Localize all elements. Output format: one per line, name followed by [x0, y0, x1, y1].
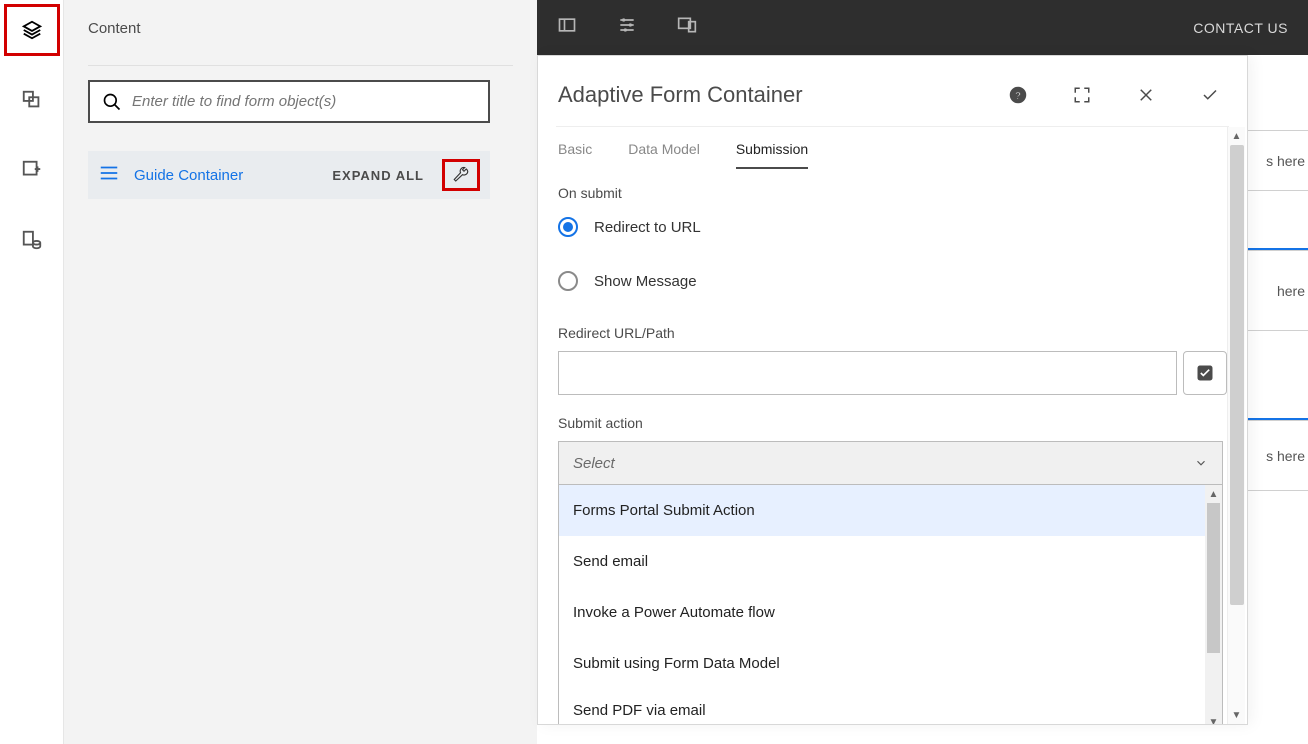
divider [88, 65, 513, 66]
search-input-wrap[interactable] [88, 80, 490, 123]
toolbar-side-panel-toggle[interactable] [557, 15, 577, 40]
dropdown-option[interactable]: Submit using Form Data Model [559, 638, 1222, 689]
redirect-url-label: Redirect URL/Path [558, 325, 1227, 341]
rail-content-tree[interactable] [4, 4, 60, 56]
submit-action-label: Submit action [558, 415, 1227, 431]
search-icon [102, 92, 122, 112]
help-icon: ? [1009, 86, 1027, 104]
chevron-down-icon [1194, 456, 1208, 470]
drop-hint [1248, 490, 1308, 550]
checkbox-checked-icon [1195, 363, 1215, 383]
search-input[interactable] [132, 93, 476, 110]
fullscreen-icon [1073, 86, 1091, 104]
tab-submission[interactable]: Submission [736, 141, 808, 169]
dialog-scrollbar[interactable]: ▲ ▼ [1227, 127, 1245, 724]
tree-item-label: Guide Container [134, 167, 318, 184]
assets-icon [21, 89, 43, 111]
scroll-up-icon: ▲ [1228, 127, 1245, 145]
canvas-drop-hints: s here here s here [1248, 130, 1308, 550]
dropdown-option[interactable]: Forms Portal Submit Action [559, 485, 1222, 536]
toolbar-page-settings[interactable] [617, 15, 637, 40]
dropdown-option[interactable]: Invoke a Power Automate flow [559, 587, 1222, 638]
radio-redirect-url[interactable]: Redirect to URL [558, 217, 1227, 237]
configure-button[interactable] [442, 159, 480, 191]
drop-hint [1248, 190, 1308, 250]
side-panel-title: Content [88, 20, 513, 37]
rail-assets[interactable] [4, 74, 60, 126]
drop-hint: s here [1248, 420, 1308, 490]
redirect-url-input[interactable] [558, 351, 1177, 395]
help-button[interactable]: ? [1001, 78, 1035, 112]
container-icon [98, 162, 120, 189]
tab-data-model[interactable]: Data Model [628, 141, 700, 169]
rail-components[interactable] [4, 144, 60, 196]
drop-hint: here [1248, 250, 1308, 330]
wrench-icon [452, 166, 470, 184]
radio-label: Redirect to URL [594, 219, 701, 236]
close-icon [1137, 86, 1155, 104]
select-placeholder: Select [573, 455, 1194, 472]
drop-hint [1248, 330, 1308, 420]
scroll-thumb[interactable] [1207, 503, 1220, 653]
scroll-down-icon: ▼ [1228, 706, 1245, 724]
dropdown-option[interactable]: Send PDF via email [559, 689, 1222, 724]
submit-action-dropdown: Forms Portal Submit Action Send email In… [558, 485, 1223, 724]
panel-icon [557, 15, 577, 35]
dialog-title: Adaptive Form Container [558, 82, 1001, 108]
submit-action-select[interactable]: Select [558, 441, 1223, 485]
dropdown-option[interactable]: Send email [559, 536, 1222, 587]
done-button[interactable] [1193, 78, 1227, 112]
svg-text:?: ? [1015, 90, 1021, 102]
radio-label: Show Message [594, 273, 697, 290]
path-picker-button[interactable] [1183, 351, 1227, 395]
tab-basic[interactable]: Basic [558, 141, 592, 169]
cancel-button[interactable] [1129, 78, 1163, 112]
layers-icon [21, 19, 43, 41]
radio-indicator [558, 271, 578, 291]
fullscreen-button[interactable] [1065, 78, 1099, 112]
devices-icon [677, 15, 697, 35]
check-icon [1201, 86, 1219, 104]
dropdown-scrollbar[interactable]: ▲ ▼ [1205, 485, 1222, 724]
expand-all-button[interactable]: EXPAND ALL [332, 168, 424, 183]
toolbar-emulator[interactable] [677, 15, 697, 40]
on-submit-label: On submit [558, 185, 1227, 201]
rail-data-sources[interactable] [4, 214, 60, 266]
tree-item-guide-container[interactable]: Guide Container EXPAND ALL [88, 151, 490, 199]
add-panel-icon [21, 159, 43, 181]
scroll-up-icon: ▲ [1205, 485, 1222, 503]
radio-show-message[interactable]: Show Message [558, 271, 1227, 291]
scroll-down-icon: ▼ [1205, 713, 1222, 724]
datasource-icon [21, 229, 43, 251]
contact-us-link[interactable]: CONTACT US [1193, 20, 1288, 36]
scroll-thumb[interactable] [1230, 145, 1244, 605]
drop-hint: s here [1248, 130, 1308, 190]
radio-indicator [558, 217, 578, 237]
properties-dialog: Adaptive Form Container ? Basic Data Mod… [537, 55, 1248, 725]
sliders-icon [617, 15, 637, 35]
